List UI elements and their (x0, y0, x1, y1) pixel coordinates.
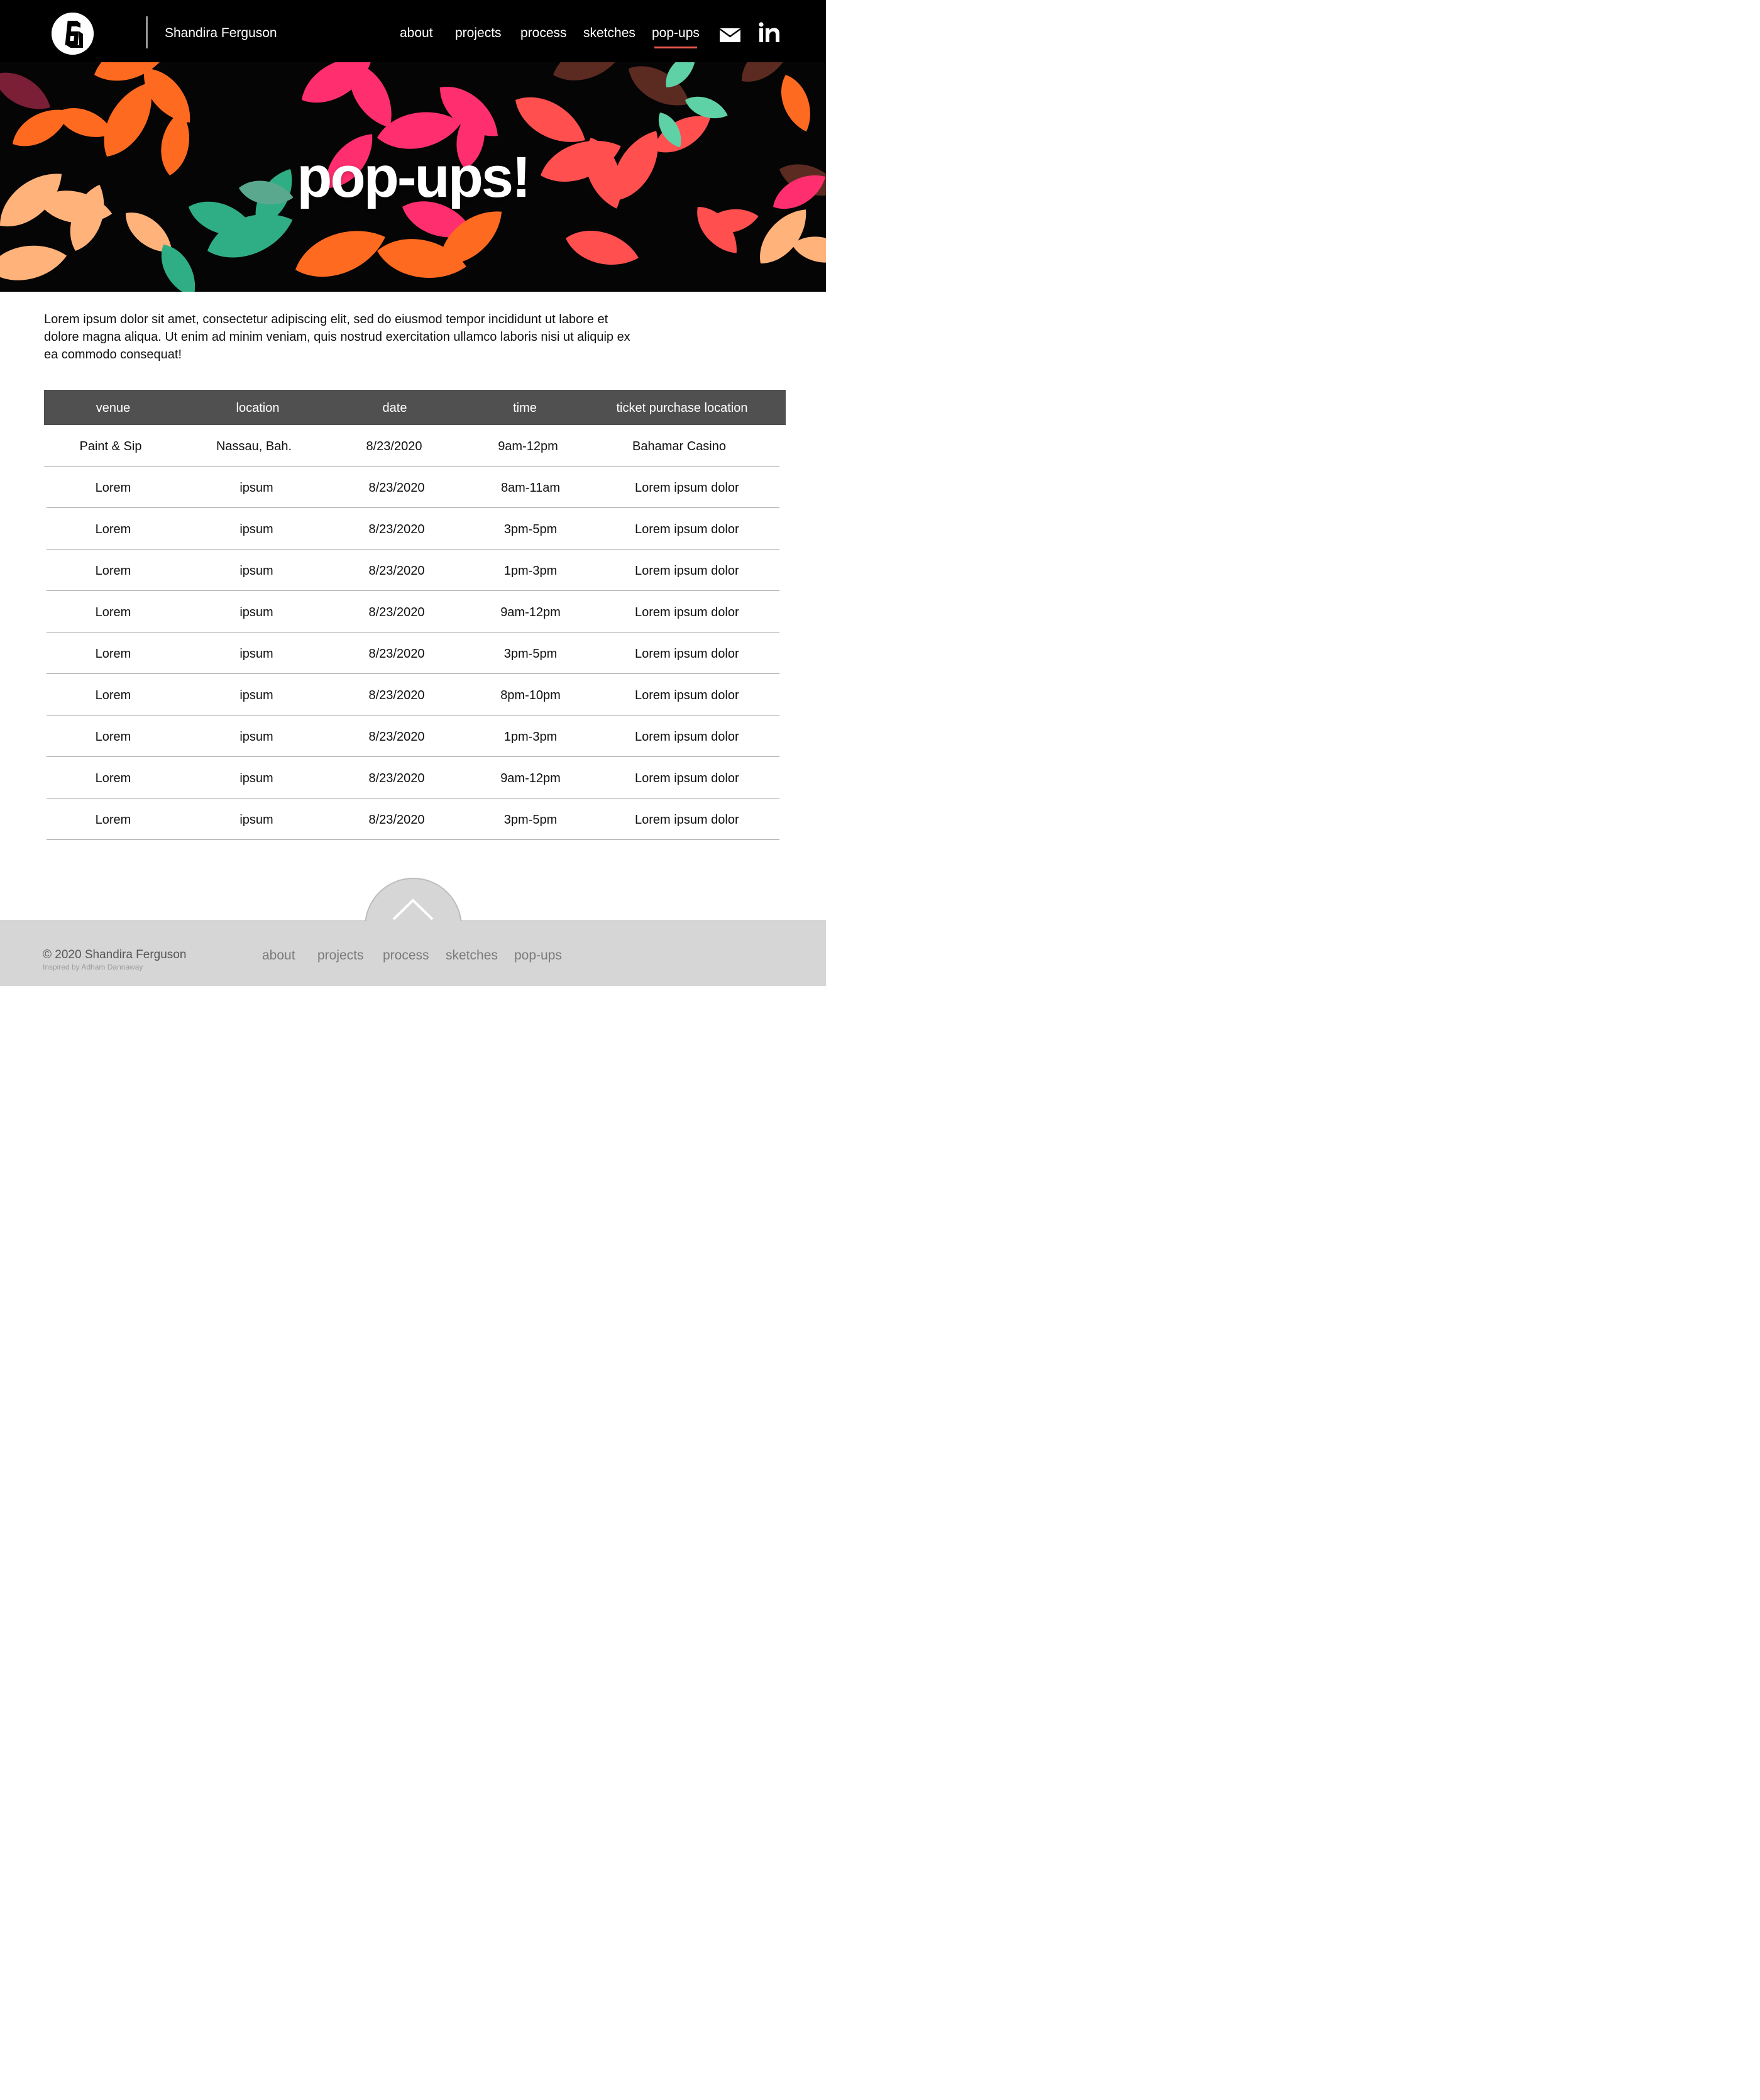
cell-location: ipsum (239, 605, 273, 619)
footer-nav-process[interactable]: process (383, 948, 429, 964)
cell-date: 8/23/2020 (368, 481, 425, 495)
cell-location: ipsum (239, 813, 273, 827)
intro-paragraph: Lorem ipsum dolor sit amet, consectetur … (44, 312, 630, 362)
cell-time: 3pm-5pm (503, 813, 558, 827)
cell-ticket-location: Lorem ipsum dolor (635, 771, 739, 785)
cell-venue: Lorem (95, 605, 131, 619)
credit-text: Inspired by Adham Dannaway (43, 963, 143, 971)
page-title: pop-ups! (297, 145, 531, 209)
cell-time: 3pm-5pm (503, 647, 558, 661)
cell-location: ipsum (239, 564, 273, 578)
cell-venue: Lorem (95, 813, 131, 827)
nav-item-projects[interactable]: projects (455, 25, 502, 41)
cell-time: 1pm-3pm (503, 730, 558, 744)
table-row: Lorem ipsum 8/23/2020 1pm-3pm Lorem ipsum do… (47, 550, 779, 591)
table-row: Paint & Sip Nassau, Bah. 8/23/2020 9am-12pm… (44, 425, 779, 467)
table-row: Lorem ipsum 8/23/2020 3pm-5pm Lorem ipsum do… (47, 508, 779, 550)
footer-nav-pop-ups[interactable]: pop-ups (514, 948, 562, 964)
cell-ticket-location: Bahamar Casino (632, 439, 726, 453)
cell-venue: Lorem (95, 771, 131, 785)
cell-location: Nassau, Bah. (216, 439, 292, 453)
cell-ticket-location: Lorem ipsum dolor (635, 605, 739, 619)
cell-date: 8/23/2020 (368, 647, 425, 661)
table-header-row: venue location date time ticket purchase… (44, 390, 786, 425)
logo-icon (52, 13, 94, 55)
cell-date: 8/23/2020 (368, 771, 425, 785)
column-header-time: time (513, 401, 537, 415)
cell-location: ipsum (239, 522, 273, 536)
footer-nav-sketches[interactable]: sketches (446, 948, 498, 964)
table-row: Lorem ipsum 8/23/2020 8am-11am Lorem ipsum d… (47, 467, 779, 508)
cell-ticket-location: Lorem ipsum dolor (635, 647, 739, 661)
cell-ticket-location: Lorem ipsum dolor (635, 730, 739, 744)
table-row: Lorem ipsum 8/23/2020 3pm-5pm Lorem ipsum do… (47, 633, 779, 674)
column-header-date: date (382, 401, 407, 415)
column-header-location: location (236, 401, 280, 415)
header-divider (146, 16, 148, 48)
mail-icon[interactable] (720, 28, 740, 42)
cell-time: 8am-11am (500, 481, 561, 495)
table-row: Lorem ipsum 8/23/2020 1pm-3pm Lorem ipsum do… (47, 716, 779, 757)
cell-date: 8/23/2020 (368, 730, 425, 744)
column-header-venue: venue (96, 401, 131, 415)
cell-venue: Lorem (95, 564, 131, 578)
cell-time: 9am-12pm (498, 439, 558, 453)
cell-date: 8/23/2020 (368, 813, 425, 827)
cell-time: 8pm-10pm (500, 688, 561, 702)
cell-date: 8/23/2020 (368, 522, 425, 536)
copyright-text: © 2020 Shandira Ferguson (43, 948, 187, 961)
cell-location: ipsum (239, 730, 273, 744)
cell-ticket-location: Lorem ipsum dolor (635, 564, 739, 578)
table-row: Lorem ipsum 8/23/2020 8pm-10pm Lorem ipsum d… (47, 674, 779, 716)
chevron-up-icon[interactable] (391, 895, 435, 922)
nav-item-process[interactable]: process (520, 25, 567, 41)
cell-time: 9am-12pm (500, 771, 561, 785)
logo-link[interactable] (52, 13, 94, 55)
cell-time: 9am-12pm (500, 605, 561, 619)
cell-venue: Paint & Sip (79, 439, 142, 453)
cell-venue: Lorem (95, 647, 131, 661)
top-navigation-bar: Shandira Ferguson about projects process… (0, 0, 826, 62)
cell-date: 8/23/2020 (368, 564, 425, 578)
cell-location: ipsum (239, 771, 273, 785)
cell-time: 3pm-5pm (503, 522, 558, 536)
linkedin-icon[interactable] (759, 22, 780, 43)
table-row: Lorem ipsum 8/23/2020 9am-12pm Lorem ipsum d… (47, 757, 779, 799)
column-header-ticket-location: ticket purchase location (616, 401, 748, 415)
cell-venue: Lorem (95, 481, 131, 495)
cell-location: ipsum (239, 647, 273, 661)
cell-venue: Lorem (95, 522, 131, 536)
cell-location: ipsum (239, 481, 273, 495)
cell-ticket-location: Lorem ipsum dolor (635, 813, 739, 827)
cell-venue: Lorem (95, 688, 131, 702)
footer-nav-about[interactable]: about (262, 948, 295, 964)
cell-ticket-location: Lorem ipsum dolor (635, 688, 739, 702)
nav-item-pop-ups[interactable]: pop-ups (652, 25, 700, 48)
cell-ticket-location: Lorem ipsum dolor (635, 522, 739, 536)
brand-name: Shandira Ferguson (165, 26, 277, 40)
table-row: Lorem ipsum 8/23/2020 9am-12pm Lorem ipsum d… (47, 591, 779, 633)
cell-venue: Lorem (95, 730, 131, 744)
cell-time: 1pm-3pm (503, 564, 558, 578)
table-row: Lorem ipsum 8/23/2020 3pm-5pm Lorem ipsum do… (47, 799, 779, 840)
cell-date: 8/23/2020 (368, 605, 425, 619)
footer-nav-projects[interactable]: projects (317, 948, 364, 964)
cell-date: 8/23/2020 (368, 688, 425, 702)
cell-location: ipsum (239, 688, 273, 702)
nav-item-sketches[interactable]: sketches (583, 25, 635, 41)
cell-ticket-location: Lorem ipsum dolor (635, 481, 739, 495)
nav-item-about[interactable]: about (400, 25, 433, 41)
hero-banner: pop-ups! (0, 62, 826, 292)
cell-date: 8/23/2020 (366, 439, 422, 453)
